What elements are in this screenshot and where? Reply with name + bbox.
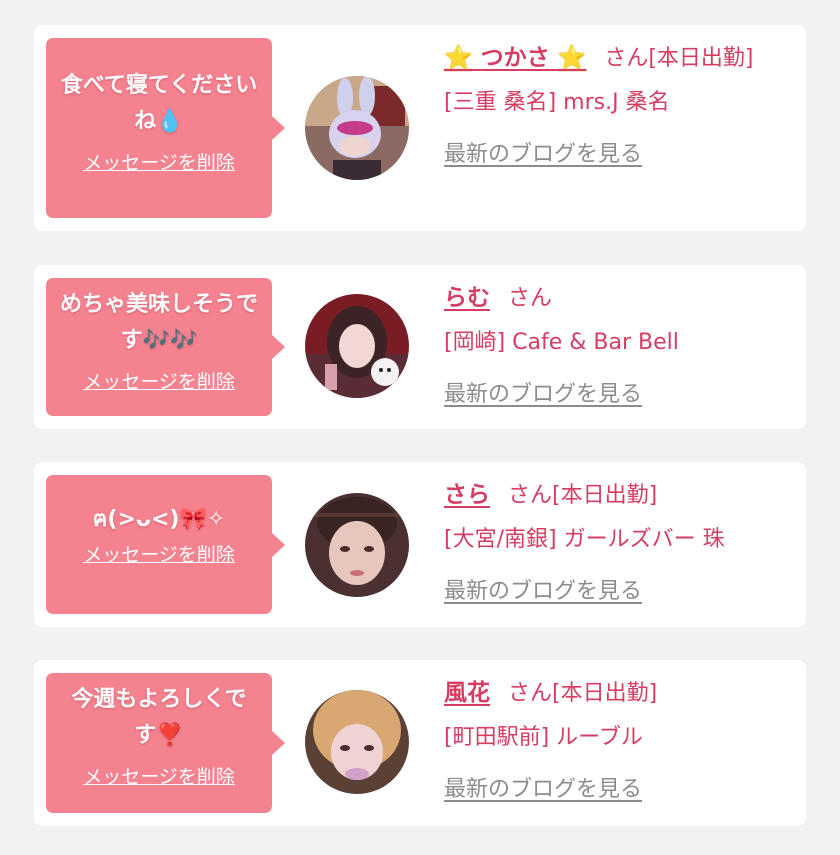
delete-message-link[interactable]: メッセージを削除 [83, 540, 235, 567]
message-text: 今週もよろしくです❣️ [71, 687, 247, 748]
message-card: 今週もよろしくです❣️ メッセージを削除 風花 さん[本日出勤] [町田駅前] ル… [34, 660, 806, 826]
delete-message-link[interactable]: メッセージを削除 [83, 762, 235, 789]
message-bubble: ฅ(>ᴗ<)🎀✧ メッセージを削除 [46, 475, 285, 614]
cast-name-link[interactable]: さら [444, 482, 490, 508]
message-text: めちゃ美味しそうです🎶🎶 [59, 292, 258, 353]
message-bubble: 食べて寝てくださいね💧 メッセージを削除 [46, 38, 285, 218]
latest-blog-link[interactable]: 最新のブログを見る [444, 570, 642, 614]
avatar[interactable] [305, 294, 409, 398]
shop-name: [大宮/南銀] ガールズバー 珠 [444, 527, 725, 552]
cast-name-link[interactable]: ⭐ つかさ ⭐ [444, 45, 586, 71]
delete-message-link[interactable]: メッセージを削除 [83, 367, 235, 394]
cast-name-link[interactable]: 風花 [444, 680, 490, 706]
avatar[interactable] [305, 493, 409, 597]
latest-blog-link[interactable]: 最新のブログを見る [444, 768, 642, 812]
cast-suffix: さん [508, 286, 553, 311]
shop-name: [岡崎] Cafe & Bar Bell [444, 330, 679, 355]
latest-blog-link[interactable]: 最新のブログを見る [444, 373, 642, 417]
cast-info: らむ さん [岡崎] Cafe & Bar Bell 最新のブログを見る [444, 276, 790, 417]
message-bubble: めちゃ美味しそうです🎶🎶 メッセージを削除 [46, 278, 285, 416]
cast-suffix: さん[本日出勤] [508, 483, 658, 508]
star-icon: ⭐ [557, 45, 587, 71]
message-card: 食べて寝てくださいね💧 メッセージを削除 ⭐ つかさ ⭐ さん[本日出勤] [三重… [34, 25, 806, 231]
message-card: ฅ(>ᴗ<)🎀✧ メッセージを削除 さら さん[本日出勤] [大宮/南銀] ガール… [34, 462, 806, 627]
avatar[interactable] [305, 690, 409, 794]
message-bubble: 今週もよろしくです❣️ メッセージを削除 [46, 673, 285, 813]
cast-info: 風花 さん[本日出勤] [町田駅前] ルーブル 最新のブログを見る [444, 671, 790, 812]
cast-info: ⭐ つかさ ⭐ さん[本日出勤] [三重 桑名] mrs.J 桑名 最新のブログを… [444, 36, 790, 177]
cast-name-link[interactable]: らむ [444, 285, 490, 311]
message-card: めちゃ美味しそうです🎶🎶 メッセージを削除 らむ さん [岡崎] Cafe & B… [34, 265, 806, 429]
latest-blog-link[interactable]: 最新のブログを見る [444, 133, 642, 177]
cast-suffix: さん[本日出勤] [604, 46, 754, 71]
shop-name: [三重 桑名] mrs.J 桑名 [444, 90, 670, 115]
message-text: 食べて寝てくださいね💧 [60, 73, 258, 134]
cast-suffix: さん[本日出勤] [508, 681, 658, 706]
delete-message-link[interactable]: メッセージを削除 [83, 148, 235, 175]
cast-info: さら さん[本日出勤] [大宮/南銀] ガールズバー 珠 最新のブログを見る [444, 473, 790, 614]
message-text: ฅ(>ᴗ<)🎀✧ [92, 507, 226, 532]
star-icon: ⭐ [444, 45, 473, 71]
shop-name: [町田駅前] ルーブル [444, 725, 643, 750]
avatar[interactable] [305, 76, 409, 180]
